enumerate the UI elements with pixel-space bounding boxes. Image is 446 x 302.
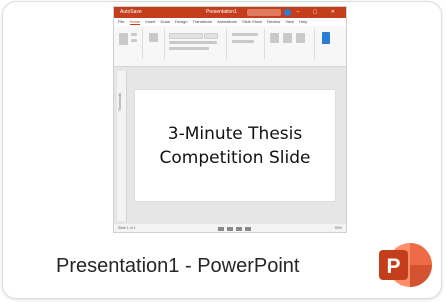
- powerpoint-icon-letter: P: [386, 255, 400, 278]
- tab-slide-show: Slide Show: [242, 19, 263, 24]
- powerpoint-icon: P: [379, 243, 432, 287]
- status-bar: Slide 1 of 1 50%: [114, 224, 346, 232]
- slide-editor: Thumbnails 3-Minute Thesis Competition S…: [114, 67, 346, 224]
- window-controls: – ▢ ✕: [296, 9, 341, 15]
- copy-icon: [131, 39, 137, 42]
- ribbon-group-slides: [144, 29, 165, 59]
- styles-icon: [296, 33, 305, 43]
- ribbon-group-drawing: [266, 29, 315, 59]
- cut-icon: [131, 33, 137, 36]
- slide-counter: Slide 1 of 1: [118, 226, 136, 230]
- tab-animations: Animations: [217, 19, 237, 24]
- search-box: [247, 9, 281, 16]
- ribbon-group-font: [166, 29, 227, 59]
- view-buttons: [218, 226, 254, 232]
- tab-home: Home: [129, 19, 141, 25]
- tab-file: File: [118, 19, 125, 24]
- window-preview-card[interactable]: AutoSave Presentation1 – ▢ ✕ File Home I…: [2, 1, 442, 299]
- font-color-icons: [169, 47, 209, 50]
- thumbnails-pane: Thumbnails: [117, 71, 127, 221]
- tab-insert: Insert: [145, 19, 156, 24]
- list-icons: [232, 33, 258, 36]
- dictate-icon: [322, 32, 330, 44]
- avatar: [284, 9, 291, 16]
- font-name-box: [169, 33, 203, 39]
- tab-transitions: Transitions: [192, 19, 212, 24]
- slide-canvas: 3-Minute Thesis Competition Slide: [135, 90, 335, 201]
- font-size-box: [204, 33, 218, 39]
- tab-draw: Draw: [160, 19, 170, 24]
- window-title-label: Presentation1 - PowerPoint: [56, 255, 300, 277]
- document-name: Presentation1: [206, 9, 237, 15]
- new-slide-icon: [149, 33, 158, 42]
- ribbon-group-paragraph: [228, 29, 265, 59]
- paste-icon: [119, 33, 128, 45]
- tab-help: Help: [299, 19, 308, 24]
- autosave-label: AutoSave: [120, 9, 142, 15]
- tab-design: Design: [174, 19, 188, 24]
- ribbon-group-editing: [316, 29, 342, 59]
- zoom-level: 50%: [334, 226, 342, 230]
- arrange-icon: [283, 33, 292, 43]
- align-icons: [232, 40, 254, 43]
- thumbnails-pane-label: Thumbnails: [118, 93, 122, 112]
- powerpoint-icon-wedge-lower: [410, 265, 432, 287]
- tab-view: View: [285, 19, 295, 24]
- font-format-icons: [169, 41, 217, 44]
- powerpoint-icon-wedge: [410, 243, 432, 265]
- ribbon-tabs: File Home Insert Draw Design Transitions…: [114, 18, 346, 26]
- tab-review: Review: [267, 19, 281, 24]
- thumbnail-titlebar: AutoSave Presentation1 – ▢ ✕: [114, 7, 346, 18]
- ribbon-group-clipboard: [116, 29, 143, 59]
- shapes-icon: [270, 33, 279, 43]
- window-thumbnail[interactable]: AutoSave Presentation1 – ▢ ✕ File Home I…: [114, 7, 346, 232]
- slide-title-text: 3-Minute Thesis Competition Slide: [159, 123, 311, 168]
- ribbon: [114, 26, 346, 67]
